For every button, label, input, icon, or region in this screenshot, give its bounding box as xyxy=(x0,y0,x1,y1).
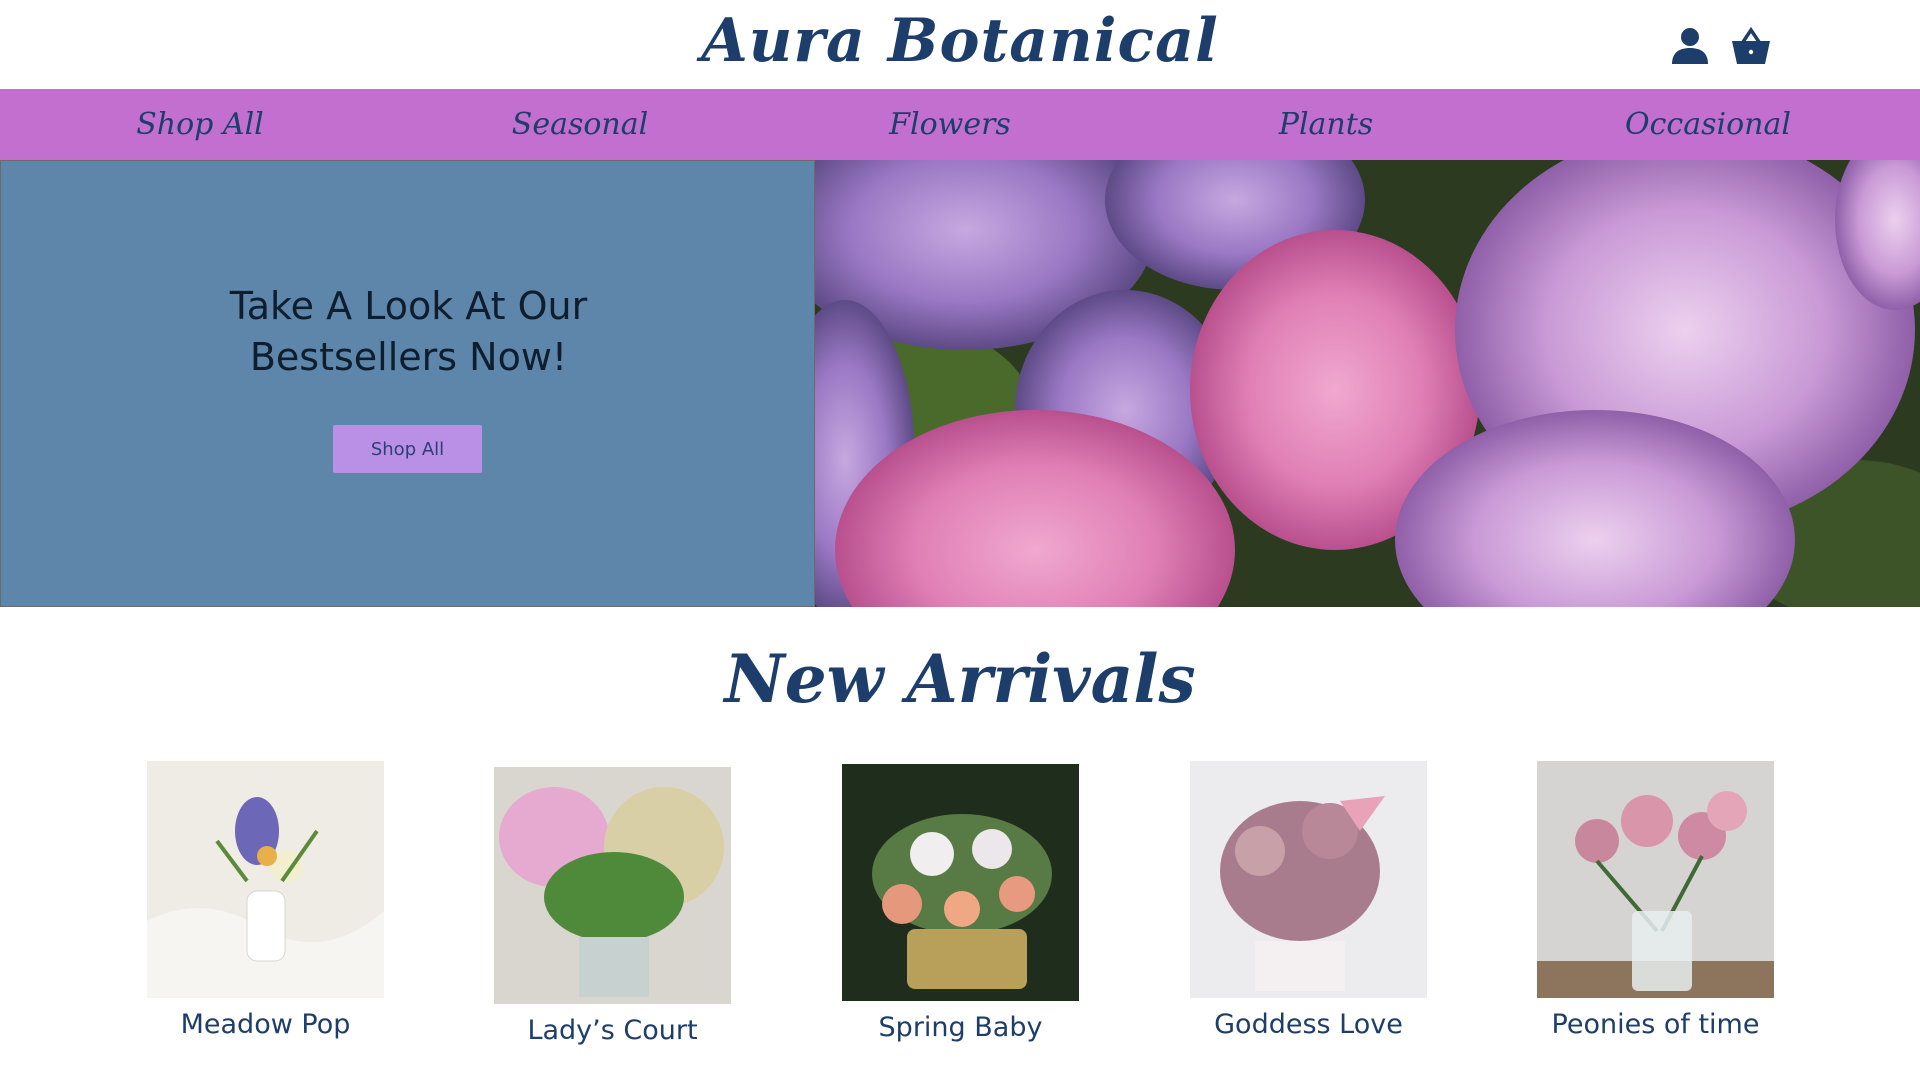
product-name[interactable]: Goddess Love xyxy=(1150,1009,1467,1040)
nav-item-seasonal[interactable]: Seasonal xyxy=(470,89,690,160)
product-card[interactable]: Goddess Love xyxy=(1190,761,1427,1040)
site-logo[interactable]: Aura Botanical xyxy=(0,6,1920,76)
product-image[interactable] xyxy=(1190,761,1427,998)
product-image[interactable] xyxy=(842,764,1079,1001)
hero-heading-line-1: Take A Look At Our xyxy=(229,284,588,328)
site-header: Aura Botanical xyxy=(0,0,1920,89)
product-name[interactable]: Meadow Pop xyxy=(107,1009,424,1040)
main-nav: Shop All Seasonal Flowers Plants Occasio… xyxy=(0,89,1920,160)
nav-item-plants[interactable]: Plants xyxy=(1216,89,1436,160)
product-card[interactable]: Spring Baby xyxy=(842,764,1079,1043)
hero-panel: Take A Look At Our Bestsellers Now! Shop… xyxy=(0,160,815,607)
hydrangea-photo xyxy=(815,160,1920,607)
hero-image xyxy=(815,160,1920,607)
shop-all-button[interactable]: Shop All xyxy=(333,425,482,473)
nav-item-occasional[interactable]: Occasional xyxy=(1598,89,1818,160)
product-image[interactable] xyxy=(1537,761,1774,998)
nav-item-flowers[interactable]: Flowers xyxy=(840,89,1060,160)
product-card[interactable]: Meadow Pop xyxy=(147,761,384,1040)
product-name[interactable]: Lady’s Court xyxy=(454,1015,771,1046)
shopping-basket-icon[interactable] xyxy=(1730,26,1772,66)
product-card[interactable]: Peonies of time xyxy=(1537,761,1774,1040)
hero-heading: Take A Look At Our Bestsellers Now! xyxy=(1,281,816,383)
new-arrivals-title: New Arrivals xyxy=(724,640,1196,718)
user-icon[interactable] xyxy=(1670,26,1710,66)
product-image[interactable] xyxy=(494,767,731,1004)
nav-item-shop-all[interactable]: Shop All xyxy=(90,89,310,160)
product-name[interactable]: Peonies of time xyxy=(1497,1009,1814,1040)
product-image[interactable] xyxy=(147,761,384,998)
hero-heading-line-2: Bestsellers Now! xyxy=(249,335,568,379)
product-card[interactable]: Lady’s Court xyxy=(494,767,731,1046)
product-name[interactable]: Spring Baby xyxy=(802,1012,1119,1043)
